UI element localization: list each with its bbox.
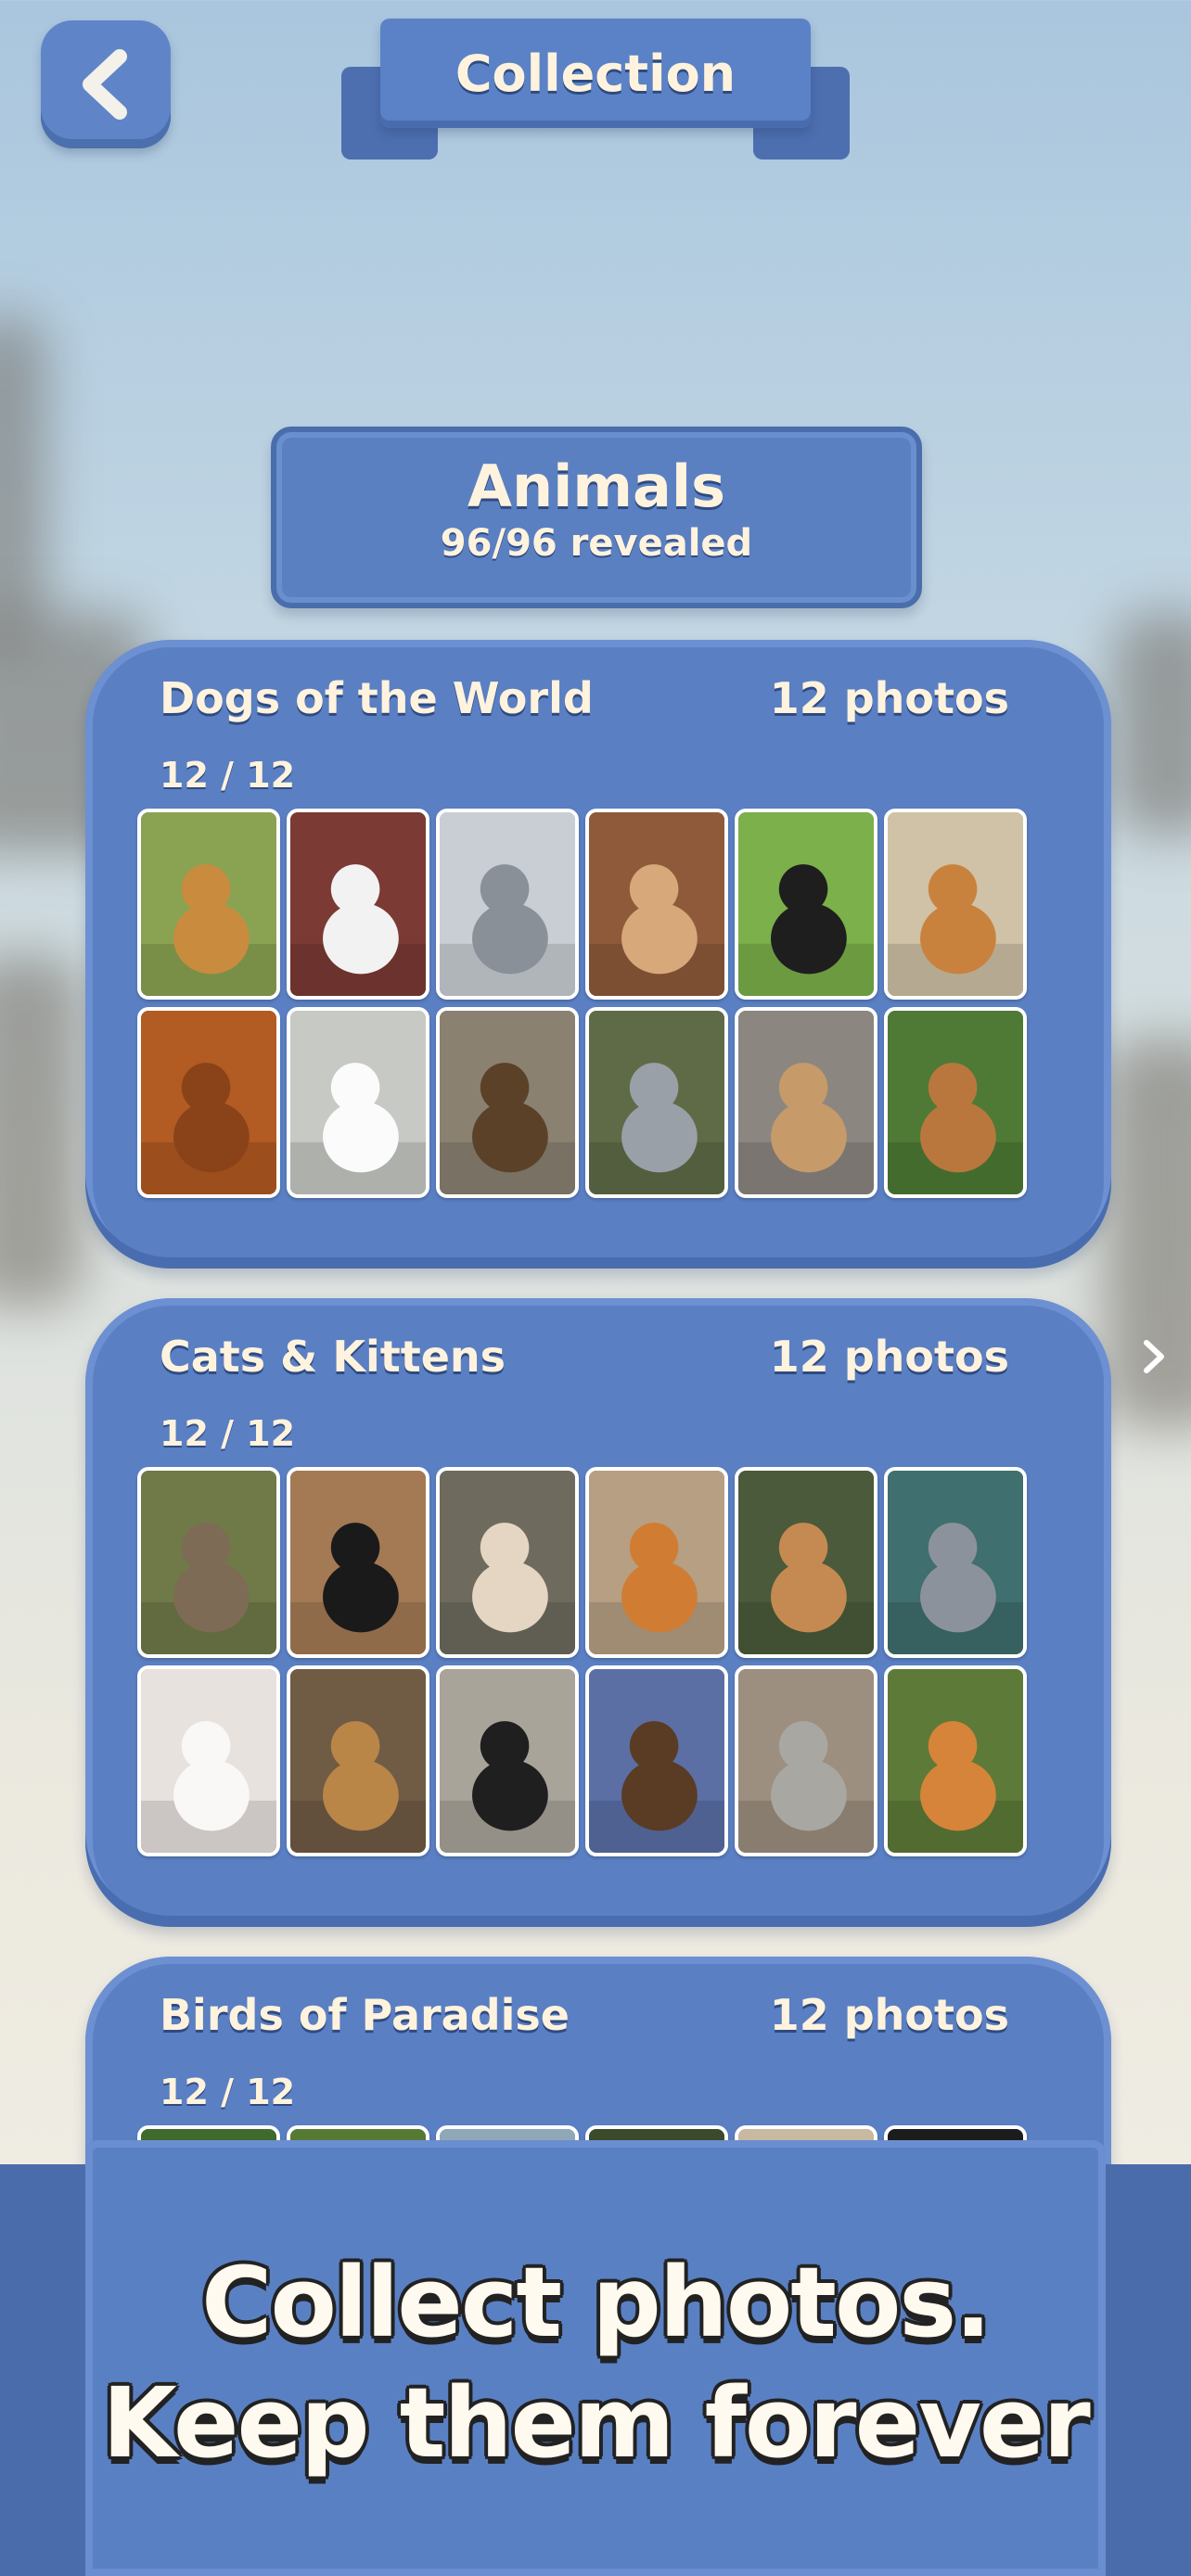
photo-thumb-russian-blue[interactable]	[884, 1467, 1027, 1658]
title-ribbon: Collection	[341, 19, 850, 159]
banner-panel: Collect photos. Keep them forever	[85, 2140, 1106, 2576]
album-photo-count: 12 photos	[769, 1990, 1009, 2040]
album-progress: 12 / 12	[160, 1413, 296, 1454]
album-progress: 12 / 12	[160, 2072, 296, 2112]
photo-thumb-golden-retriever[interactable]	[137, 809, 280, 1000]
photo-grid	[137, 809, 1030, 1198]
promo-banner: Collect photos. Keep them forever	[0, 2133, 1191, 2576]
photo-thumb-pug[interactable]	[585, 809, 728, 1000]
photo-thumb-ginger-kitten[interactable]	[884, 1665, 1027, 1856]
photo-thumb-husky[interactable]	[436, 809, 579, 1000]
back-button[interactable]	[41, 20, 171, 148]
category-plate: Animals 96/96 revealed	[271, 427, 922, 608]
photo-thumb-beagle[interactable]	[884, 1007, 1027, 1198]
photo-thumb-scottish-fold[interactable]	[735, 1665, 877, 1856]
photo-thumb-chow-chow[interactable]	[735, 1007, 877, 1198]
album-photo-count: 12 photos	[769, 1332, 1009, 1382]
album-photo-count: 12 photos	[769, 673, 1009, 723]
photo-thumb-tortoiseshell[interactable]	[585, 1665, 728, 1856]
photo-thumb-siamese[interactable]	[436, 1467, 579, 1658]
album-name: Cats & Kittens	[160, 1332, 506, 1382]
album-progress: 12 / 12	[160, 755, 296, 796]
ribbon-band: Collection	[380, 19, 811, 128]
chevron-left-icon	[83, 49, 127, 120]
page-title: Collection	[455, 44, 736, 103]
album-card-cats[interactable]: Cats & Kittens 12 photos 12 / 12	[85, 1298, 1111, 1927]
album-card-dogs[interactable]: Dogs of the World 12 photos 12 / 12	[85, 640, 1111, 1269]
chevron-right-icon	[1144, 1340, 1164, 1373]
photo-thumb-orange-tabby[interactable]	[585, 1467, 728, 1658]
photo-thumb-dalmatian[interactable]	[287, 809, 429, 1000]
banner-line-1: Collect photos.	[201, 2246, 992, 2359]
photo-thumb-australian-shepherd[interactable]	[585, 1007, 728, 1198]
photo-thumb-calico[interactable]	[735, 1467, 877, 1658]
photo-thumb-persian-white[interactable]	[137, 1665, 280, 1856]
photo-grid	[137, 1467, 1030, 1856]
background-blur	[1113, 612, 1191, 835]
photo-thumb-bengal[interactable]	[287, 1665, 429, 1856]
photo-thumb-tuxedo-kitten[interactable]	[436, 1665, 579, 1856]
photo-thumb-samoyed[interactable]	[287, 1007, 429, 1198]
background-blur	[0, 315, 46, 649]
photo-thumb-dachshund[interactable]	[137, 1007, 280, 1198]
album-name: Dogs of the World	[160, 673, 594, 723]
background-blur	[0, 955, 83, 1307]
photo-thumb-maine-coon[interactable]	[137, 1467, 280, 1658]
banner-line-2: Keep them forever	[102, 2366, 1090, 2480]
photo-thumb-border-collie[interactable]	[735, 809, 877, 1000]
photo-thumb-black-cat[interactable]	[287, 1467, 429, 1658]
category-revealed: 96/96 revealed	[440, 522, 753, 565]
photo-thumb-french-bulldog[interactable]	[436, 1007, 579, 1198]
photo-thumb-corgi[interactable]	[884, 809, 1027, 1000]
category-title: Animals	[467, 453, 725, 520]
next-page-button[interactable]	[1137, 1335, 1171, 1378]
album-name: Birds of Paradise	[160, 1990, 570, 2040]
